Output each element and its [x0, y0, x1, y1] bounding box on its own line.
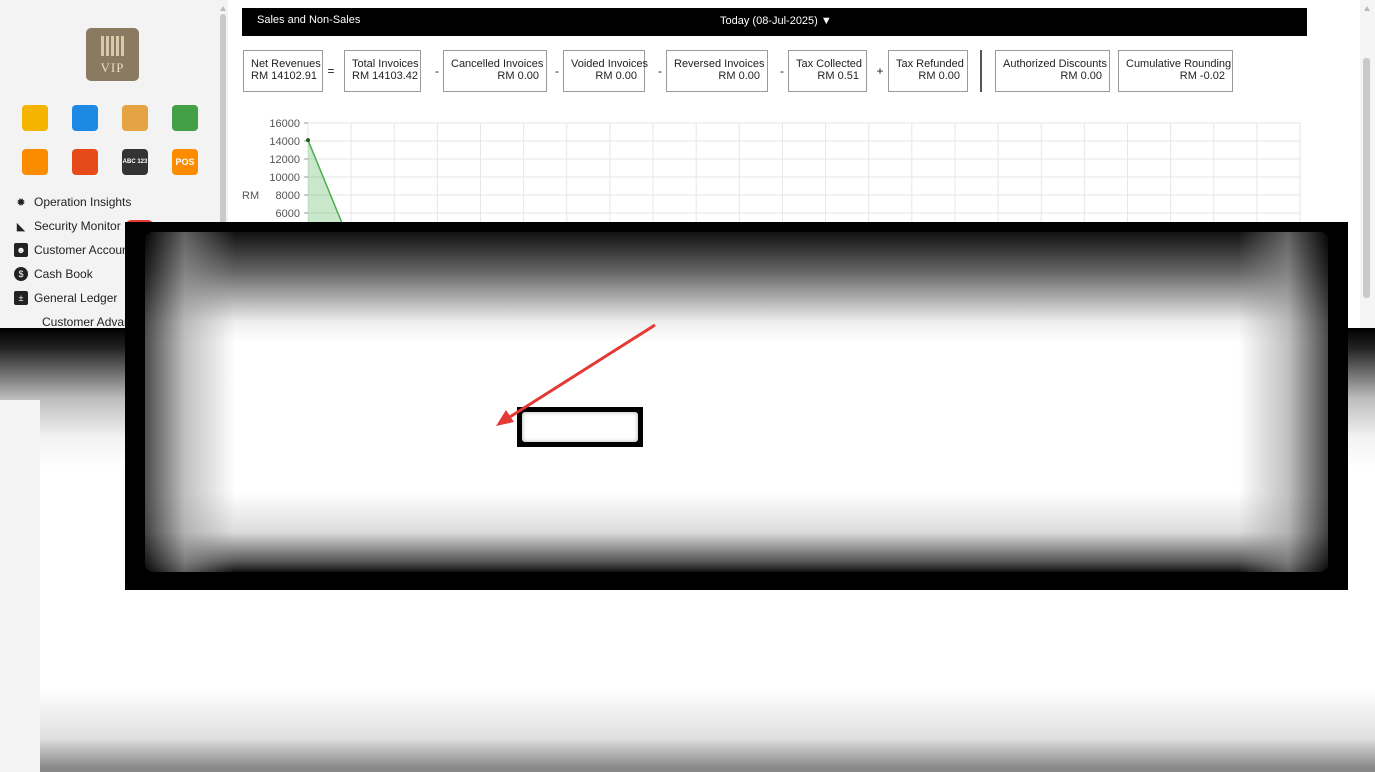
y-axis-label: RM: [242, 190, 259, 202]
stat-label: Tax Refunded: [896, 58, 964, 70]
stat-label: Voided Invoices: [571, 58, 649, 70]
stat-card[interactable]: Cumulative Rounding RM -0.02: [1118, 50, 1233, 92]
stat-value: RM -0.02: [1179, 70, 1225, 82]
stat-value: RM 0.00: [1060, 70, 1102, 82]
blurred-dialog: [125, 222, 1348, 590]
calendar-icon[interactable]: [72, 105, 98, 131]
highlighted-field-inner[interactable]: [522, 412, 638, 442]
page-title: Sales and Non-Sales: [257, 14, 361, 26]
payment-card-icon[interactable]: [22, 149, 48, 175]
stat-card[interactable]: Authorized Discounts RM 0.00: [995, 50, 1110, 92]
operator-sign: -: [555, 64, 559, 78]
stat-card[interactable]: Cancelled Invoices RM 0.00: [443, 50, 547, 92]
lower-sidebar: [0, 400, 40, 772]
stat-label: Cumulative Rounding: [1126, 58, 1232, 70]
y-tick-label: 6000: [276, 208, 300, 220]
sales-header: Sales and Non-Sales Today (08-Jul-2025) …: [242, 8, 1307, 36]
stat-label: Authorized Discounts: [1003, 58, 1107, 70]
stat-card[interactable]: Tax Collected RM 0.51: [788, 50, 867, 92]
sidebar-item-label: Security Monitor: [34, 219, 121, 233]
face-scan-icon[interactable]: [72, 149, 98, 175]
app-launcher-grid: ABC 123 POS: [22, 105, 198, 175]
stat-value: RM 0.51: [817, 70, 859, 82]
dialog-body: [145, 232, 1328, 572]
stat-label: Cancelled Invoices: [451, 58, 544, 70]
operator-sign: -: [658, 64, 662, 78]
stats-divider: [980, 50, 982, 92]
y-tick-label: 12000: [269, 154, 300, 166]
stat-value: RM 0.00: [497, 70, 539, 82]
y-tick-label: 10000: [269, 172, 300, 184]
stat-card[interactable]: Tax Refunded RM 0.00: [888, 50, 968, 92]
operator-sign: =: [327, 64, 335, 78]
operator-sign: +: [876, 64, 884, 78]
building-icon: [100, 36, 125, 56]
stat-value: RM 0.00: [918, 70, 960, 82]
main-scrollbar[interactable]: [1360, 0, 1375, 330]
sidebar-item-label: Operation Insights: [34, 195, 132, 209]
data-point: [306, 138, 310, 143]
date-range-dropdown[interactable]: Today (08-Jul-2025) ▼: [720, 15, 832, 27]
y-tick-label: 8000: [276, 190, 300, 202]
school-icon[interactable]: [122, 105, 148, 131]
highlighted-field[interactable]: [517, 407, 643, 447]
scroll-thumb[interactable]: [1363, 58, 1370, 298]
pos-icon[interactable]: POS: [172, 149, 198, 175]
sidebar-item-label: Customer Account: [34, 243, 133, 257]
stat-label: Reversed Invoices: [674, 58, 765, 70]
stat-card[interactable]: Total Invoices RM 14103.42: [344, 50, 421, 92]
stat-value: RM 0.00: [718, 70, 760, 82]
hr-card-icon[interactable]: [22, 105, 48, 131]
sidebar-item-label: General Ledger: [34, 291, 118, 305]
calculator-icon: ±: [14, 291, 28, 305]
scroll-up-arrow-icon[interactable]: [220, 6, 226, 11]
stat-value: RM 14102.91: [251, 70, 318, 82]
y-tick-label: 16000: [269, 118, 300, 130]
stat-value: RM 0.00: [595, 70, 637, 82]
dollar-icon: $: [14, 267, 28, 281]
stat-card[interactable]: Reversed Invoices RM 0.00: [666, 50, 768, 92]
cctv-icon: ◣: [16, 220, 26, 233]
stat-card[interactable]: Net Revenues RM 14102.91: [243, 50, 323, 92]
account-box-icon: ☻: [14, 243, 28, 257]
logo-text: VIP: [100, 60, 125, 75]
y-tick-label: 14000: [269, 136, 300, 148]
operator-sign: -: [780, 64, 784, 78]
vip-logo[interactable]: VIP: [86, 28, 139, 81]
lightbulb-icon: ✹: [16, 196, 26, 209]
abc123-scan-icon[interactable]: ABC 123: [122, 149, 148, 175]
stat-card[interactable]: Voided Invoices RM 0.00: [563, 50, 649, 92]
screen: VIP ABC 123 POS ✹ Operation Insights ◣ Secur…: [0, 0, 1375, 772]
sidebar-item-0[interactable]: ✹ Operation Insights: [14, 190, 154, 214]
operator-sign: -: [435, 64, 439, 78]
stat-label: Net Revenues: [251, 58, 321, 70]
stat-label: Total Invoices: [352, 58, 419, 70]
scroll-up-arrow-icon[interactable]: [1364, 6, 1370, 11]
sidebar-item-label: Cash Book: [34, 267, 93, 281]
stat-label: Tax Collected: [796, 58, 863, 70]
modules-icon[interactable]: [172, 105, 198, 131]
stat-value: RM 14103.42: [352, 70, 419, 82]
